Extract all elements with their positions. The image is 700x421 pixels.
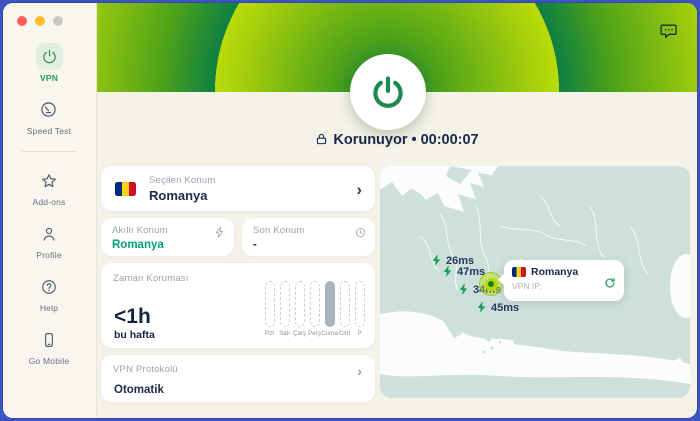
last-location-value: -	[253, 239, 365, 251]
sidebar: VPN Speed Test Add-ons Profile	[3, 3, 97, 418]
minimize-button[interactable]	[35, 16, 45, 26]
day-label: Pzt	[265, 330, 274, 337]
ping-marker: 47ms	[441, 265, 485, 278]
bolt-icon	[475, 301, 488, 314]
day-label: P	[357, 330, 361, 337]
clock-icon	[355, 225, 366, 243]
star-icon	[36, 167, 63, 194]
sidebar-item-profile[interactable]: Profile	[36, 220, 63, 260]
vpn-protocol-label: VPN Protokolü	[113, 364, 363, 375]
romania-flag-icon	[512, 267, 526, 277]
day-column: Perş	[308, 281, 321, 337]
romania-flag-icon	[115, 182, 136, 196]
chevron-right-icon: ›	[357, 364, 362, 378]
day-column: Salı	[278, 281, 291, 337]
sidebar-item-vpn[interactable]: VPN	[36, 43, 63, 83]
sidebar-divider	[22, 151, 76, 152]
day-label: Cmt	[339, 330, 351, 337]
sidebar-item-speed-test[interactable]: Speed Test	[27, 96, 71, 136]
smart-location-card: Akıllı Konum Romanya	[100, 217, 235, 257]
day-column: Cuma	[323, 281, 336, 337]
day-column: Çarş	[293, 281, 306, 337]
traffic-lights	[17, 16, 63, 26]
usage-bar	[355, 281, 365, 327]
refresh-icon[interactable]	[604, 276, 616, 294]
time-protection-period: bu hafta	[114, 329, 155, 341]
speedometer-icon	[35, 96, 62, 123]
usage-bar	[340, 281, 350, 327]
usage-bar	[310, 281, 320, 327]
location-tooltip: Romanya VPN IP:	[504, 260, 624, 301]
smart-location-label: Akıllı Konum	[112, 225, 224, 236]
bolt-icon	[214, 225, 225, 243]
connection-status: Korunuyor• 00:00:07	[97, 132, 697, 148]
sidebar-item-go-mobile[interactable]: Go Mobile	[29, 326, 70, 366]
day-column: Pzt	[263, 281, 276, 337]
question-circle-icon	[36, 273, 63, 300]
europe-map: 26ms 47ms 34ms 45ms Romanya VPN IP:	[380, 166, 690, 398]
power-icon	[36, 43, 63, 70]
day-column: P	[353, 281, 366, 337]
selected-location-marker[interactable]	[479, 272, 503, 296]
selected-location-label: Seçilen Konum	[149, 175, 363, 186]
status-separator: •	[411, 132, 416, 148]
sidebar-item-label: Go Mobile	[29, 356, 70, 366]
sidebar-item-help[interactable]: Help	[36, 273, 63, 313]
sidebar-item-label: Speed Test	[27, 126, 71, 136]
sidebar-item-label: Profile	[36, 250, 62, 260]
sidebar-item-add-ons[interactable]: Add-ons	[32, 167, 65, 207]
weekly-usage-chart: Pzt Salı Çarş Perş Cuma Cmt P	[263, 281, 366, 337]
sidebar-item-label: VPN	[40, 73, 58, 83]
bolt-icon	[441, 265, 454, 278]
vpn-protocol-value: Otomatik	[114, 384, 164, 396]
person-icon	[36, 220, 63, 247]
sidebar-item-label: Help	[40, 303, 58, 313]
usage-bar	[265, 281, 275, 327]
usage-bar	[295, 281, 305, 327]
app-window: VPN Speed Test Add-ons Profile	[3, 3, 697, 418]
last-location-card: Son Konum -	[241, 217, 376, 257]
ping-marker: 45ms	[475, 301, 519, 314]
tooltip-ip-label: VPN IP:	[512, 281, 616, 291]
day-label: Çarş	[293, 330, 306, 337]
phone-icon	[35, 326, 62, 353]
status-timer: 00:00:07	[421, 132, 479, 148]
time-protection-value: <1h	[114, 305, 151, 329]
sidebar-item-label: Add-ons	[32, 197, 65, 207]
power-button[interactable]	[350, 54, 426, 130]
time-protection-card: Zaman Koruması <1h bu hafta Pzt Salı Çar…	[100, 262, 376, 349]
bolt-icon	[457, 283, 470, 296]
day-label: Perş	[308, 330, 321, 337]
feedback-chat-icon[interactable]	[659, 21, 679, 41]
day-label: Salı	[279, 330, 290, 337]
padlock-icon	[315, 132, 328, 146]
selected-location-card[interactable]: Seçilen Konum Romanya ›	[100, 165, 376, 212]
power-icon	[370, 74, 406, 110]
vpn-protocol-card[interactable]: VPN Protokolü › Otomatik	[100, 354, 376, 403]
chevron-right-icon: ›	[356, 181, 362, 198]
zoom-button[interactable]	[53, 16, 63, 26]
smart-location-value: Romanya	[112, 239, 224, 251]
tooltip-country: Romanya	[531, 266, 578, 278]
day-label: Cuma	[321, 330, 338, 337]
day-column: Cmt	[338, 281, 351, 337]
status-label: Korunuyor	[333, 132, 407, 148]
ping-value: 45ms	[491, 302, 519, 314]
usage-bar-active	[325, 281, 335, 327]
close-button[interactable]	[17, 16, 27, 26]
last-location-label: Son Konum	[253, 225, 365, 236]
usage-bar	[280, 281, 290, 327]
selected-location-value: Romanya	[149, 188, 363, 203]
